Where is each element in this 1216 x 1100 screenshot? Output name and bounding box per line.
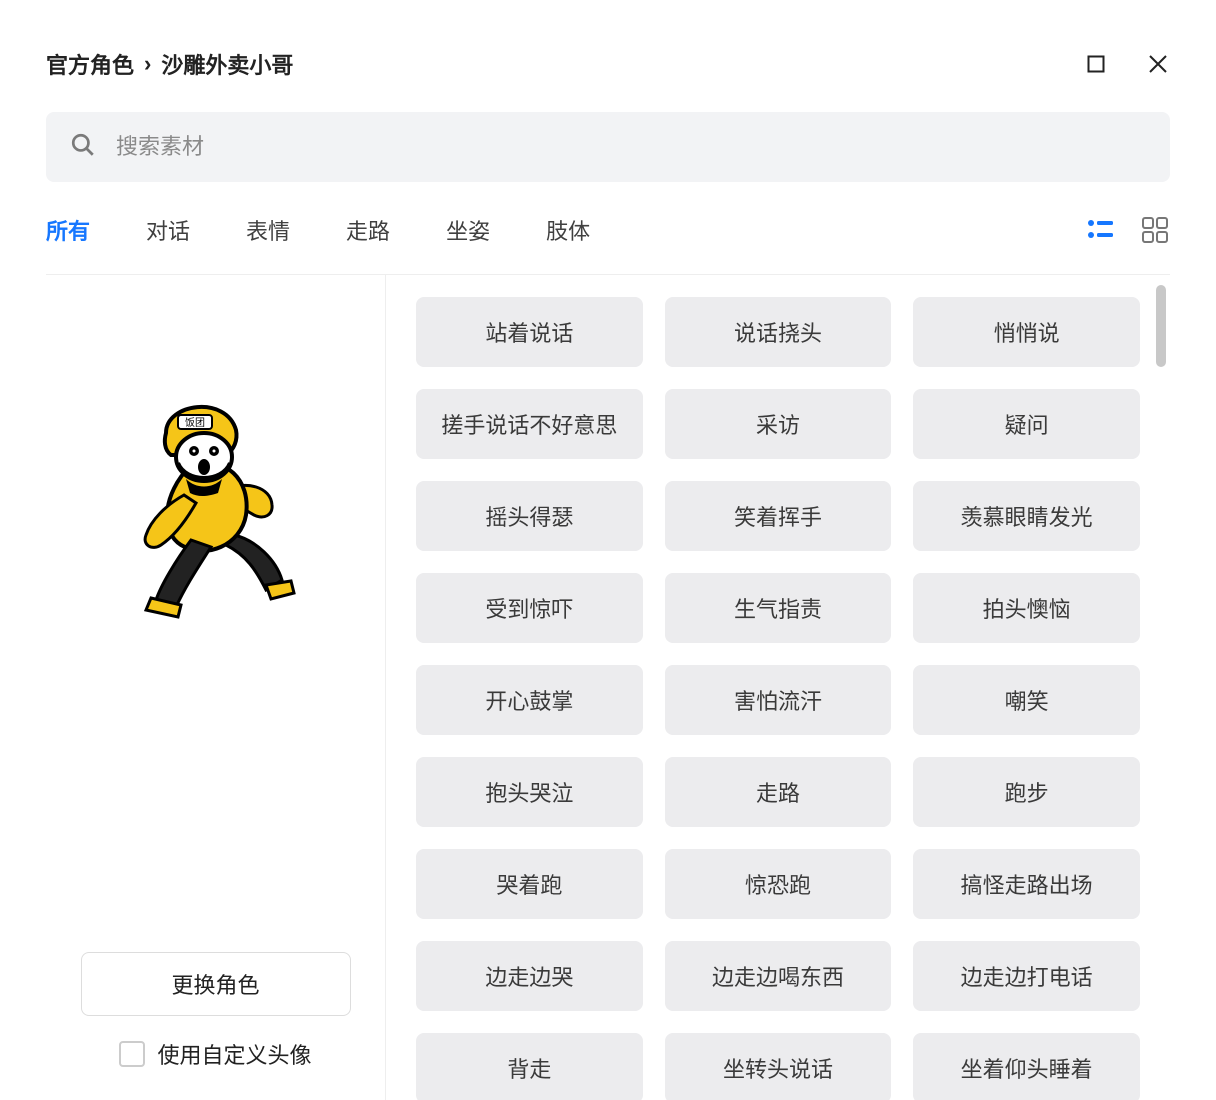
right-panel: 站着说话说话挠头悄悄说搓手说话不好意思采访疑问摇头得瑟笑着挥手羡慕眼睛发光受到惊…: [386, 275, 1170, 1100]
character-preview: 饭团: [106, 365, 326, 645]
tab-5[interactable]: 肢体: [546, 214, 590, 246]
asset-tile[interactable]: 害怕流汗: [665, 665, 892, 735]
checkbox-icon[interactable]: [119, 1041, 145, 1067]
asset-tile[interactable]: 走路: [665, 757, 892, 827]
asset-tile[interactable]: 边走边哭: [416, 941, 643, 1011]
delivery-character-icon: 饭团: [106, 385, 326, 625]
list-icon: [1087, 218, 1115, 242]
asset-tile[interactable]: 跑步: [913, 757, 1140, 827]
asset-tile[interactable]: 坐着仰头睡着: [913, 1033, 1140, 1100]
search-icon: [70, 132, 96, 163]
asset-tile[interactable]: 哭着跑: [416, 849, 643, 919]
asset-tile[interactable]: 说话挠头: [665, 297, 892, 367]
asset-tile[interactable]: 边走边打电话: [913, 941, 1140, 1011]
left-panel-footer: 更换角色 使用自定义头像: [46, 952, 385, 1070]
asset-grid: 站着说话说话挠头悄悄说搓手说话不好意思采访疑问摇头得瑟笑着挥手羡慕眼睛发光受到惊…: [416, 297, 1140, 1100]
breadcrumb-separator-icon: ›: [144, 51, 151, 77]
asset-tile[interactable]: 采访: [665, 389, 892, 459]
breadcrumb-current: 沙雕外卖小哥: [161, 48, 293, 80]
asset-tile[interactable]: 边走边喝东西: [665, 941, 892, 1011]
asset-tile[interactable]: 摇头得瑟: [416, 481, 643, 551]
custom-avatar-checkbox-row[interactable]: 使用自定义头像: [119, 1038, 311, 1070]
close-button[interactable]: [1146, 52, 1170, 76]
tab-3[interactable]: 走路: [346, 214, 390, 246]
asset-tile[interactable]: 生气指责: [665, 573, 892, 643]
breadcrumb: 官方角色 › 沙雕外卖小哥: [46, 48, 293, 80]
asset-tile[interactable]: 抱头哭泣: [416, 757, 643, 827]
asset-tile[interactable]: 拍头懊恼: [913, 573, 1140, 643]
asset-grid-scroll[interactable]: 站着说话说话挠头悄悄说搓手说话不好意思采访疑问摇头得瑟笑着挥手羡慕眼睛发光受到惊…: [386, 275, 1170, 1100]
tab-0[interactable]: 所有: [46, 214, 90, 246]
titlebar: 官方角色 › 沙雕外卖小哥: [46, 40, 1170, 88]
content-area: 饭团 更换角色 使用自定义头像: [46, 274, 1170, 1100]
tab-2[interactable]: 表情: [246, 214, 290, 246]
close-icon: [1147, 53, 1169, 75]
search-bar[interactable]: [46, 112, 1170, 182]
helmet-text: 饭团: [185, 417, 205, 429]
window-controls: [1084, 52, 1170, 76]
asset-tile[interactable]: 嘲笑: [913, 665, 1140, 735]
tab-bar: 所有 对话 表情 走路 坐姿 肢体: [46, 214, 1170, 246]
asset-tile[interactable]: 笑着挥手: [665, 481, 892, 551]
scrollbar-track[interactable]: [1156, 285, 1166, 1090]
view-toggles: [1086, 215, 1170, 245]
maximize-button[interactable]: [1084, 52, 1108, 76]
breadcrumb-parent[interactable]: 官方角色: [46, 48, 134, 80]
search-input[interactable]: [114, 133, 1146, 161]
window-root: 官方角色 › 沙雕外卖小哥 所有对话表情走路坐姿肢体: [0, 0, 1216, 1100]
asset-tile[interactable]: 受到惊吓: [416, 573, 643, 643]
list-view-button[interactable]: [1086, 215, 1116, 245]
square-icon: [1086, 54, 1106, 74]
asset-tile[interactable]: 羡慕眼睛发光: [913, 481, 1140, 551]
scrollbar-thumb[interactable]: [1156, 285, 1166, 367]
change-role-button[interactable]: 更换角色: [81, 952, 351, 1016]
asset-tile[interactable]: 坐转头说话: [665, 1033, 892, 1100]
tab-1[interactable]: 对话: [146, 214, 190, 246]
asset-tile[interactable]: 悄悄说: [913, 297, 1140, 367]
asset-tile[interactable]: 搞怪走路出场: [913, 849, 1140, 919]
asset-tile[interactable]: 疑问: [913, 389, 1140, 459]
grid-icon: [1142, 217, 1168, 243]
tab-4[interactable]: 坐姿: [446, 214, 490, 246]
tabs: 所有 对话 表情 走路 坐姿 肢体: [46, 214, 590, 246]
grid-view-button[interactable]: [1140, 215, 1170, 245]
asset-tile[interactable]: 背走: [416, 1033, 643, 1100]
asset-tile[interactable]: 开心鼓掌: [416, 665, 643, 735]
left-panel: 饭团 更换角色 使用自定义头像: [46, 275, 386, 1100]
asset-tile[interactable]: 惊恐跑: [665, 849, 892, 919]
asset-tile[interactable]: 站着说话: [416, 297, 643, 367]
asset-tile[interactable]: 搓手说话不好意思: [416, 389, 643, 459]
custom-avatar-label: 使用自定义头像: [157, 1038, 311, 1070]
